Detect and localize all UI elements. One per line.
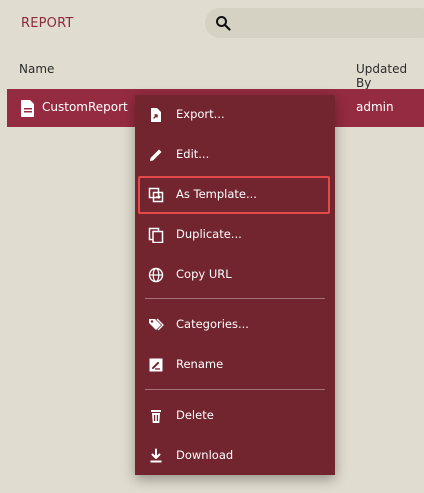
download-icon — [150, 448, 162, 463]
context-menu: Export... Edit... As Template... Duplica… — [135, 95, 335, 475]
search-icon[interactable] — [215, 15, 231, 31]
menu-item-label: Delete — [176, 408, 214, 422]
trash-icon — [151, 410, 161, 423]
page-title: REPORT — [21, 16, 74, 31]
globe-icon — [148, 267, 164, 283]
rename-icon — [149, 358, 163, 372]
menu-item-label: Rename — [176, 357, 224, 371]
template-icon — [148, 187, 164, 203]
menu-divider — [145, 298, 325, 299]
menu-item-categories[interactable]: Categories... — [135, 305, 335, 345]
menu-item-label: Copy URL — [176, 267, 232, 281]
row-updated-by: admin — [356, 100, 394, 114]
menu-divider — [145, 389, 325, 390]
export-icon — [151, 108, 161, 122]
top-bar: REPORT — [0, 0, 424, 46]
tags-icon — [149, 318, 164, 331]
table-header: Name Updated By — [0, 56, 424, 90]
menu-item-label: Download — [176, 448, 234, 462]
menu-item-rename[interactable]: Rename — [135, 345, 335, 385]
menu-item-as-template[interactable]: As Template... — [135, 175, 335, 215]
menu-item-label: Edit... — [176, 147, 210, 161]
search-input[interactable] — [205, 8, 424, 38]
menu-item-label: Export... — [176, 107, 225, 121]
column-header-name[interactable]: Name — [19, 62, 54, 76]
menu-item-label: Categories... — [176, 317, 249, 331]
document-icon — [21, 100, 34, 117]
menu-item-copy-url[interactable]: Copy URL — [135, 255, 335, 295]
menu-item-download[interactable]: Download — [135, 436, 335, 476]
menu-item-label: As Template... — [176, 187, 257, 201]
menu-item-export[interactable]: Export... — [135, 95, 335, 135]
column-header-updated-by[interactable]: Updated By — [356, 62, 424, 90]
menu-item-edit[interactable]: Edit... — [135, 135, 335, 175]
menu-item-duplicate[interactable]: Duplicate... — [135, 215, 335, 255]
duplicate-icon — [148, 227, 164, 243]
pencil-icon — [150, 149, 162, 161]
row-name[interactable]: CustomReport — [42, 100, 128, 114]
menu-item-delete[interactable]: Delete — [135, 396, 335, 436]
menu-item-label: Duplicate... — [176, 227, 242, 241]
